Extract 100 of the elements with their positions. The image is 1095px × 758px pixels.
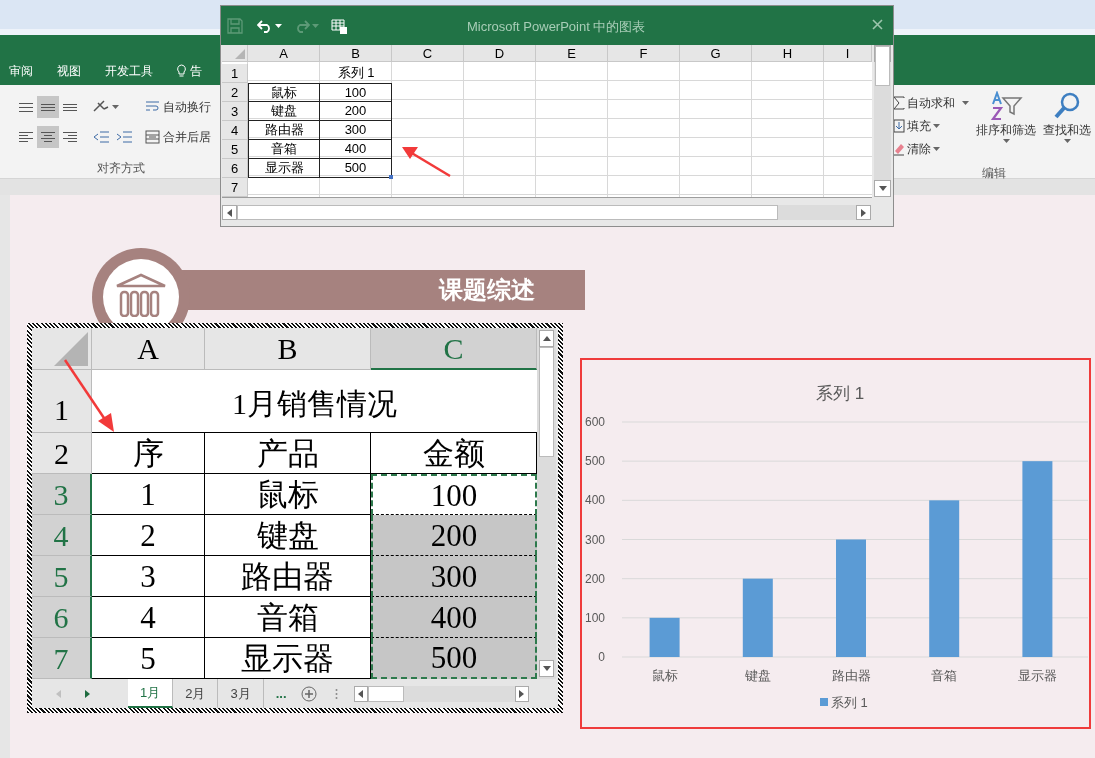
row-header[interactable]: 2 <box>32 433 92 474</box>
column-header[interactable]: E <box>536 45 608 62</box>
table-cell[interactable]: 显示器 <box>248 159 320 178</box>
sheet-tab[interactable]: 2月 <box>173 679 219 708</box>
decrease-indent-icon[interactable] <box>92 129 110 145</box>
tell-me-field[interactable]: 告 <box>190 62 202 80</box>
table-cell[interactable]: 音箱 <box>248 140 320 159</box>
column-header[interactable]: C <box>371 328 537 370</box>
column-header[interactable]: D <box>464 45 536 62</box>
column-header[interactable]: B <box>320 45 392 62</box>
table-cell: 4 <box>92 597 205 638</box>
splitter-icon[interactable] <box>334 687 338 700</box>
table-cell[interactable]: 路由器 <box>248 121 320 140</box>
axis-tick-label: 500 <box>584 454 605 469</box>
table-cell[interactable]: 系列 1 <box>320 64 392 83</box>
table-cell[interactable]: 300 <box>320 121 392 140</box>
embedded-sheet[interactable]: A B C 1 1月销售情况 2 序 产品 金额 3 1 鼠标 100 4 2 键盘 200 5 3 路由器 300 6 4 音箱 400 7 5 显示器 500 1月 2月 3月 ... <box>27 323 563 713</box>
row-header[interactable]: 4 <box>32 515 92 556</box>
column-header[interactable]: A <box>248 45 320 62</box>
category-label: 路由器 <box>831 668 871 683</box>
row-header[interactable]: 6 <box>222 159 248 178</box>
vertical-scrollbar[interactable] <box>537 328 556 679</box>
column-header[interactable]: F <box>608 45 680 62</box>
row-header[interactable]: 7 <box>222 178 248 197</box>
axis-tick-label: 300 <box>584 532 605 547</box>
group-label: 对齐方式 <box>97 160 146 177</box>
row-header[interactable]: 4 <box>222 121 248 140</box>
row-header[interactable]: 3 <box>32 474 92 515</box>
previous-sheet-icon[interactable] <box>56 689 61 698</box>
table-cell: 5 <box>92 638 205 679</box>
merge-cells-icon <box>145 130 160 144</box>
alignment-button[interactable] <box>37 96 59 118</box>
close-icon[interactable] <box>872 19 883 30</box>
chart-frame[interactable]: 系列 1 0 100 200 300 400 500 600 鼠标 键盘 路由器 音箱 显示器 系列 1 <box>580 358 1091 729</box>
table-cell: 键盘 <box>205 515 371 556</box>
ribbon-tab[interactable]: 视图 <box>56 62 82 80</box>
column-header[interactable]: G <box>680 45 752 62</box>
select-all-corner-icon[interactable] <box>54 332 88 366</box>
caret-icon <box>933 147 940 151</box>
scroll-thumb[interactable] <box>367 685 404 702</box>
category-label: 显示器 <box>1017 668 1057 683</box>
table-cell: 鼠标 <box>205 474 371 515</box>
add-sheet-icon[interactable] <box>300 685 317 702</box>
scroll-left-icon <box>358 689 364 698</box>
chart-title: 系列 1 <box>815 384 865 403</box>
align-icon <box>41 103 55 111</box>
fill-handle[interactable] <box>389 175 393 179</box>
row-header[interactable]: 5 <box>32 556 92 597</box>
next-sheet-icon[interactable] <box>85 689 90 698</box>
column-header[interactable]: A <box>92 328 205 370</box>
row-header[interactable]: 6 <box>32 597 92 638</box>
sigma-icon <box>893 96 905 110</box>
spreadsheet-icon[interactable] <box>331 17 348 34</box>
column-header[interactable]: I <box>824 45 872 62</box>
table-cell[interactable]: 200 <box>320 102 392 121</box>
ribbon-tab[interactable]: 开发工具 <box>104 62 154 80</box>
column-header[interactable]: C <box>392 45 464 62</box>
undo-icon[interactable] <box>257 18 273 33</box>
clear-button[interactable]: 清除 <box>907 140 931 158</box>
row-header[interactable]: 1 <box>32 370 92 433</box>
axis-tick-label: 400 <box>584 493 605 508</box>
select-all-corner-icon[interactable] <box>235 49 245 59</box>
sheet-tab[interactable]: 1月 <box>128 679 174 708</box>
horizontal-scrollbar[interactable] <box>222 205 871 220</box>
wrap-text-button[interactable]: 自动换行 <box>145 98 211 116</box>
fill-button[interactable]: 填充 <box>907 117 931 135</box>
more-sheets[interactable]: ... <box>275 683 287 704</box>
row-header[interactable]: 3 <box>222 102 248 121</box>
table-cell[interactable]: 鼠标 <box>248 83 320 102</box>
scroll-thumb[interactable] <box>237 205 778 220</box>
column-header[interactable]: B <box>205 328 371 370</box>
caret-icon <box>1063 139 1071 143</box>
column-header[interactable]: H <box>752 45 824 62</box>
increase-indent-icon[interactable] <box>115 129 133 145</box>
save-icon[interactable] <box>227 17 243 34</box>
row-header[interactable]: 5 <box>222 140 248 159</box>
sheet-tab[interactable]: 3月 <box>218 679 264 708</box>
category-label: 键盘 <box>744 668 771 683</box>
row-header[interactable]: 2 <box>222 83 248 102</box>
table-cell[interactable]: 400 <box>320 140 392 159</box>
autosum-button[interactable]: 自动求和 <box>907 94 955 112</box>
scroll-left-icon <box>227 208 232 217</box>
ribbon-tab[interactable]: 审阅 <box>8 62 34 80</box>
table-cell[interactable]: 500 <box>320 159 392 178</box>
align-icon <box>63 103 77 111</box>
scroll-thumb[interactable] <box>539 347 554 457</box>
row-header[interactable]: 1 <box>222 64 248 83</box>
scroll-thumb[interactable] <box>875 46 890 86</box>
table-cell[interactable]: 100 <box>320 83 392 102</box>
row-header[interactable]: 7 <box>32 638 92 679</box>
scroll-down-icon <box>542 666 551 671</box>
merge-center-button[interactable]: 合并后居 <box>145 128 211 146</box>
sort-filter-button[interactable]: 排序和筛选 <box>975 91 1037 158</box>
alignment-button[interactable] <box>37 126 59 148</box>
table-cell: 2 <box>92 515 205 556</box>
vertical-scrollbar[interactable] <box>874 45 891 197</box>
horizontal-scrollbar[interactable] <box>353 685 529 702</box>
find-select-button[interactable]: 查找和选 <box>1039 91 1095 158</box>
redo-icon[interactable] <box>294 18 310 33</box>
table-cell[interactable]: 键盘 <box>248 102 320 121</box>
